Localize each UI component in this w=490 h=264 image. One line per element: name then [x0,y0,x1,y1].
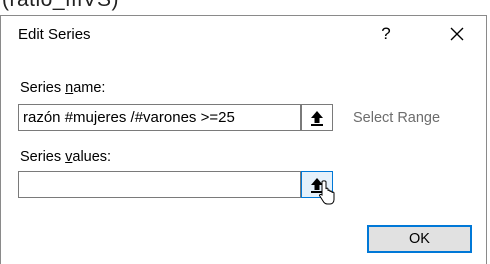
close-icon [450,27,464,41]
series-name-label: Series name: [20,80,106,96]
dialog-title: Edit Series [18,26,91,43]
close-button[interactable] [442,19,472,49]
background-partial-text: (ratio_ffiVS) [2,0,119,12]
edit-series-dialog: Edit Series ? Series name: razón #mujere… [0,15,487,264]
collapse-range-icon [311,110,323,126]
series-name-input[interactable]: razón #mujeres /#varones >=25 [18,104,301,131]
series-name-range-button[interactable] [301,104,333,131]
mouse-pointer-icon [318,180,335,205]
series-values-label: Series values: [20,149,112,165]
select-range-text: Select Range [353,110,441,126]
series-values-input[interactable] [18,171,301,198]
title-bar: Edit Series ? [1,16,486,52]
page: (ratio_ffiVS) Edit Series ? Series name:… [0,0,490,264]
ok-button[interactable]: OK [367,225,472,253]
help-button[interactable]: ? [371,19,401,49]
